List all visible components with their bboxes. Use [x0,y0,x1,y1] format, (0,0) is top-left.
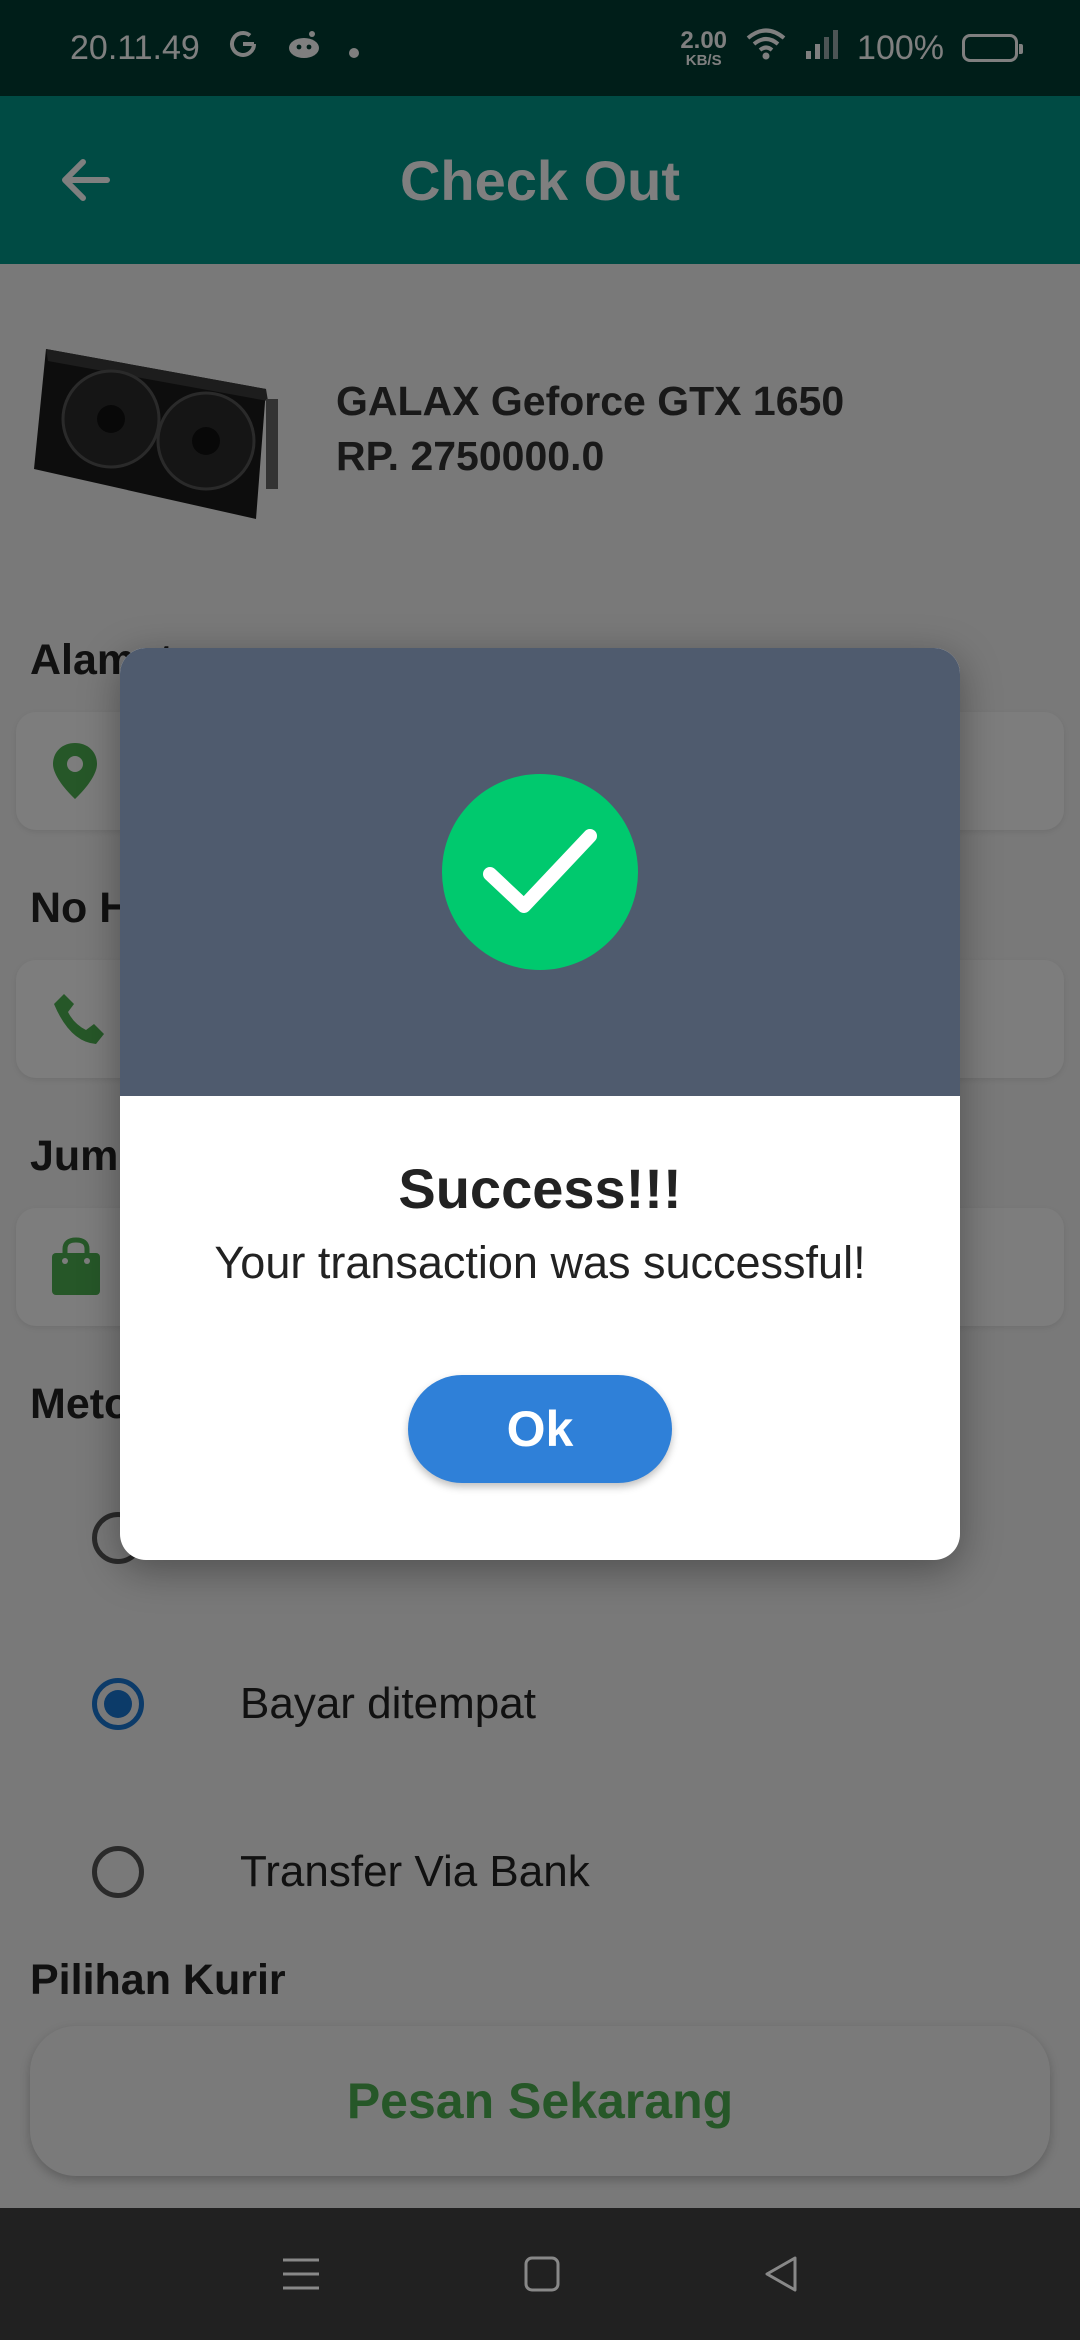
back-triangle-icon[interactable] [763,2255,799,2293]
check-icon [483,829,597,913]
dialog-header [120,648,960,1096]
dialog-message: Your transaction was successful! [214,1237,866,1288]
system-nav-bar [0,2208,1080,2340]
home-square-icon[interactable] [523,2255,561,2293]
menu-icon[interactable] [281,2256,321,2292]
success-badge [442,774,638,970]
success-dialog: Success!!! Your transaction was successf… [120,648,960,1560]
dialog-title: Success!!! [398,1157,682,1220]
ok-button[interactable]: Ok [408,1375,672,1483]
